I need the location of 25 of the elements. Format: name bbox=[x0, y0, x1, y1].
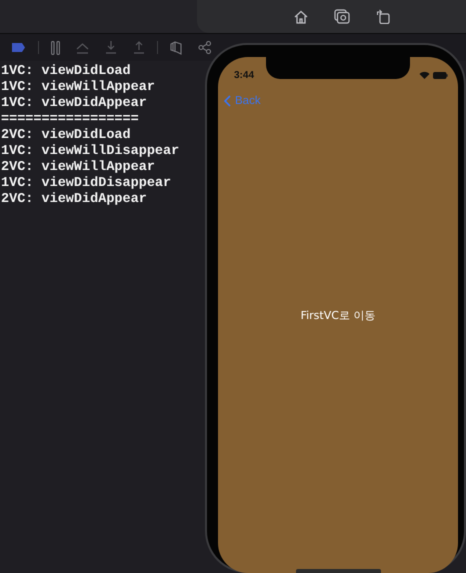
console-line: 1VC: viewWillDisappear bbox=[1, 144, 180, 160]
breakpoint-icon[interactable] bbox=[11, 42, 26, 53]
screen-label: FirstVC로 이동 bbox=[300, 308, 376, 322]
console-line: 1VC: viewWillAppear bbox=[1, 80, 155, 96]
graph-icon[interactable] bbox=[198, 41, 211, 54]
step-in-icon[interactable] bbox=[105, 41, 117, 54]
step-over-icon[interactable] bbox=[76, 42, 89, 54]
layers-icon[interactable] bbox=[170, 40, 182, 54]
console-line: 1VC: viewDidDisappear bbox=[1, 176, 172, 192]
console-line: 1VC: viewDidLoad bbox=[1, 64, 131, 80]
screenshot-icon[interactable] bbox=[334, 9, 350, 24]
chevron-left-icon bbox=[224, 95, 231, 107]
wifi-icon bbox=[419, 71, 430, 79]
status-time: 3:44 bbox=[234, 70, 254, 81]
console-line: 2VC: viewDidLoad bbox=[1, 128, 131, 144]
battery-icon bbox=[433, 72, 448, 78]
pause-icon[interactable] bbox=[51, 40, 60, 54]
console-line: 1VC: viewDidAppear bbox=[1, 96, 147, 112]
rotate-icon[interactable] bbox=[376, 9, 390, 24]
home-icon[interactable] bbox=[294, 10, 308, 24]
step-out-icon[interactable] bbox=[133, 41, 145, 54]
back-button[interactable]: Back bbox=[224, 95, 261, 107]
console-line: 2VC: viewDidAppear bbox=[1, 192, 147, 208]
console-line: ================= bbox=[1, 112, 139, 128]
console-line: 2VC: viewWillAppear bbox=[1, 160, 155, 176]
